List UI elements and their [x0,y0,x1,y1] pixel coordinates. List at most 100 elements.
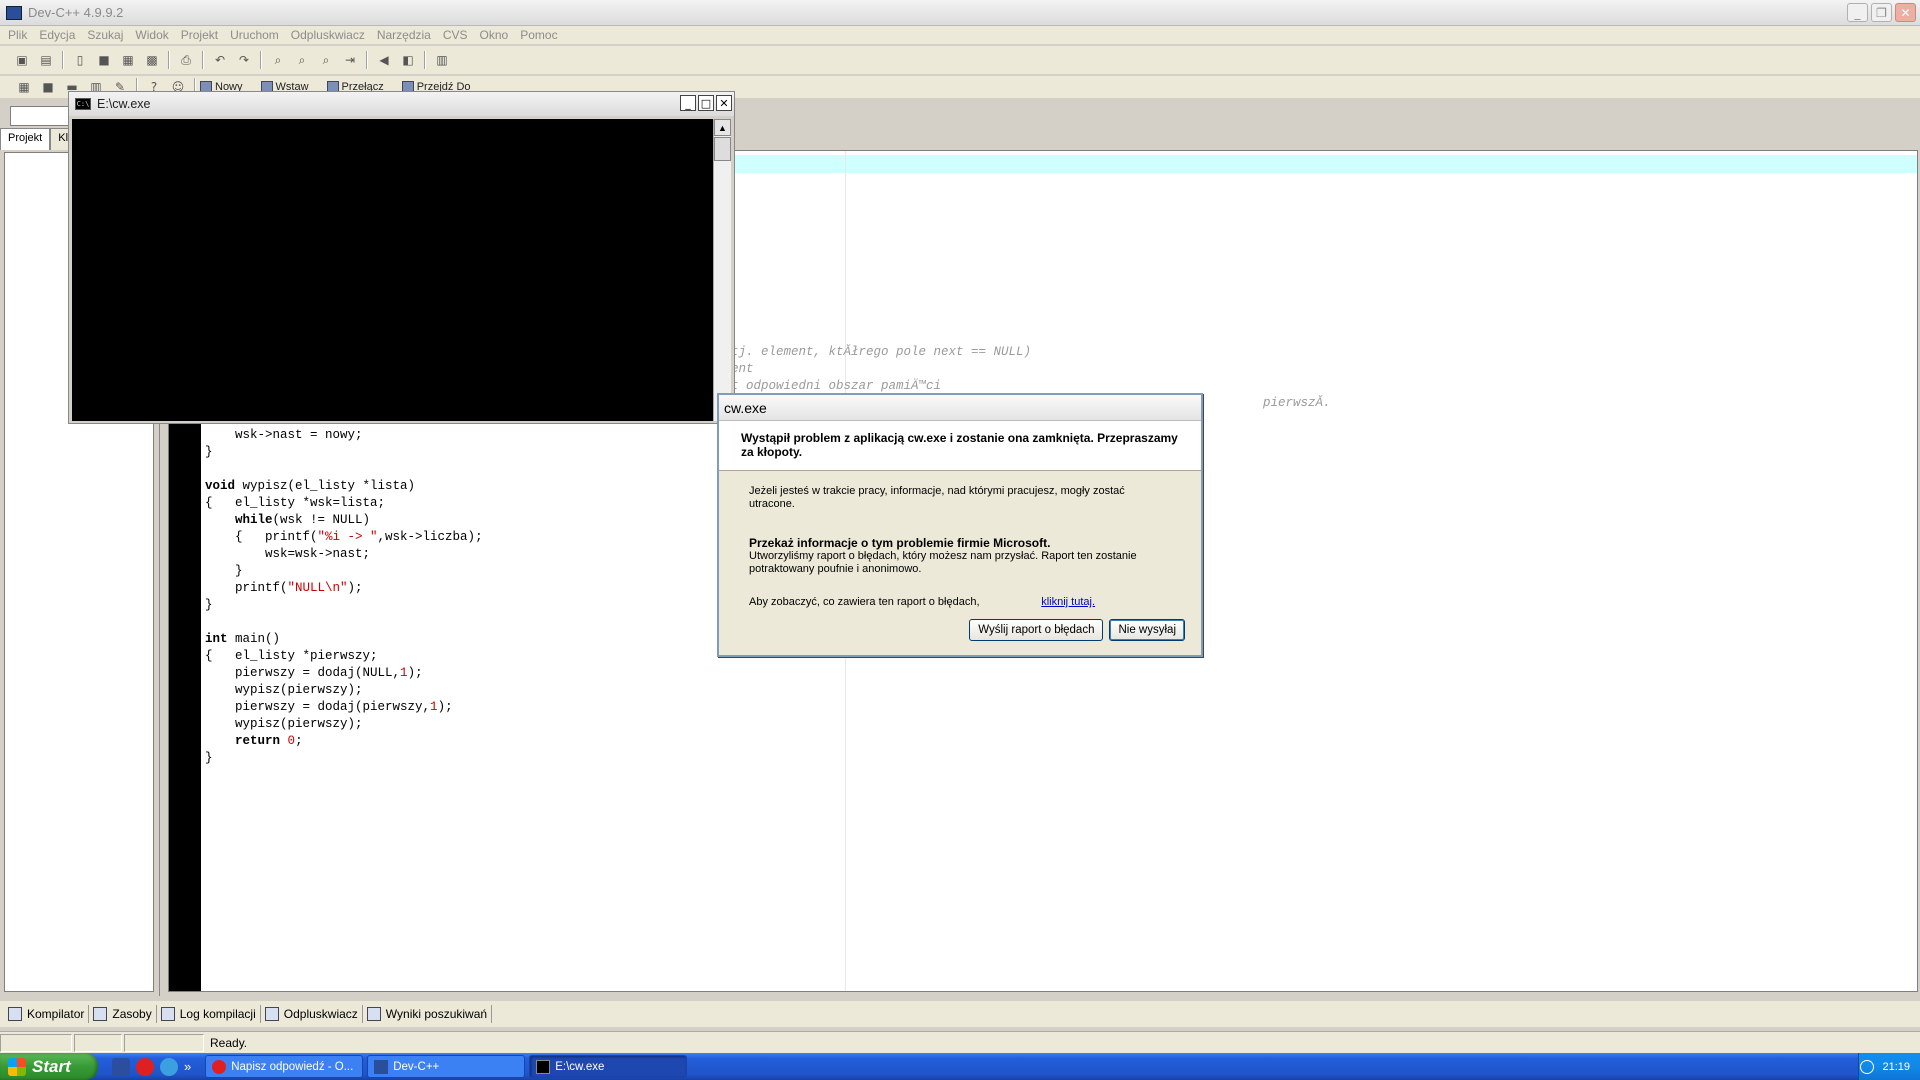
report-tabs: Kompilator Zasoby Log kompilacji Odplusk… [0,1001,1920,1027]
replace-icon[interactable]: ⌕ [292,50,312,70]
redo-icon[interactable]: ↷ [234,50,254,70]
click-here-link[interactable]: kliknij tutaj. [1041,596,1095,609]
new-file-icon[interactable]: ▯ [70,50,90,70]
goto-line-icon[interactable]: ⇥ [340,50,360,70]
system-tray: 21:19 [1858,1053,1920,1080]
error-dialog: cw.exe Wystąpił problem z aplikacją cw.e… [717,393,1203,657]
clock[interactable]: 21:19 [1882,1061,1910,1073]
devcpp-task-icon [374,1059,389,1074]
toggle-icon[interactable]: ▥ [432,50,452,70]
tab-projekt[interactable]: Projekt [0,128,51,150]
run-icon[interactable]: ■ [38,77,58,97]
menu-uruchom[interactable]: Uruchom [224,28,285,42]
open-project-icon[interactable]: ▣ [12,50,32,70]
code-line: { el_listy *pierwszy; [205,649,378,663]
tab-zasoby[interactable]: Zasoby [89,1005,157,1023]
task-devcpp[interactable]: Dev-C++ [367,1055,526,1078]
window-title: Dev-C++ 4.9.9.2 [28,5,124,20]
main-toolbar: ▣ ▤ ▯ ■ ▦ ▩ ⎙ ↶ ↷ ⌕ ⌕ ⌕ ⇥ ◀ ◧ ▥ [0,46,1920,74]
status-cell-position [0,1033,72,1052]
menu-projekt[interactable]: Projekt [175,28,224,42]
code-line: int main() [205,632,281,646]
code-line: wypisz(pierwszy); [205,683,363,697]
menu-narzedzia[interactable]: Narzędzia [371,28,437,42]
dialog-heading: Wystąpił problem z aplikacją cw.exe i zo… [719,421,1201,471]
find-next-icon[interactable]: ⌕ [316,50,336,70]
maximize-button[interactable]: ❐ [1871,3,1892,22]
report-text: Utworzyliśmy raport o błędach, który moż… [749,550,1137,575]
compile-icon[interactable]: ▦ [14,77,34,97]
menu-odpluskwiacz[interactable]: Odpluskwiacz [285,28,371,42]
undo-icon[interactable]: ↶ [210,50,230,70]
opera-task-icon [212,1059,227,1074]
print-icon[interactable]: ⎙ [176,50,196,70]
code-comment: tj. element, ktĂłrego pole next == NULL) [731,345,1032,359]
menu-cvs[interactable]: CVS [437,28,474,42]
task-opera[interactable]: Napisz odpowiedź - O... [205,1055,364,1078]
dialog-info: Jeżeli jesteś w trakcie pracy, informacj… [749,485,1125,510]
see-report-text: Aby zobaczyć, co zawiera ten raport o bł… [749,596,980,608]
console-output[interactable] [72,119,713,421]
menu-bar: Plik Edycja Szukaj Widok Projekt Uruchom… [0,26,1920,44]
opera-icon[interactable] [136,1057,154,1076]
scroll-up-icon[interactable]: ▲ [714,119,731,136]
menu-okno[interactable]: Okno [474,28,515,42]
main-titlebar[interactable]: Dev-C++ 4.9.9.2 _ ❐ ✕ [0,0,1920,26]
windows-logo-icon [8,1057,26,1076]
console-window[interactable]: C:\ E:\cw.exe _ □ ✕ ▲ [68,91,735,424]
console-titlebar[interactable]: C:\ E:\cw.exe _ □ ✕ [69,92,734,116]
devcpp-app-icon [6,5,22,20]
debug-check-icon [264,1007,279,1021]
code-line: { el_listy *wsk=lista; [205,496,386,510]
code-line: pierwszy = dodaj(pierwszy,1); [205,700,453,714]
find-icon[interactable]: ⌕ [268,50,288,70]
reopen-icon[interactable]: ▤ [36,50,56,70]
save-all-icon[interactable]: ▦ [118,50,138,70]
forward-icon[interactable]: ◧ [398,50,418,70]
status-cell-mode [74,1033,122,1052]
dialog-title[interactable]: cw.exe [719,395,1201,421]
menu-plik[interactable]: Plik [2,28,33,42]
menu-pomoc[interactable]: Pomoc [514,28,563,42]
send-report-button[interactable]: Wyślij raport o błędach [969,619,1104,641]
code-line: void wypisz(el_listy *lista) [205,479,416,493]
close-button[interactable]: ✕ [1895,3,1916,22]
back-icon[interactable]: ◀ [374,50,394,70]
console-scrollbar[interactable]: ▲ [713,119,731,421]
dont-send-button[interactable]: Nie wysyłaj [1109,619,1185,641]
code-line: while(wsk != NULL) [235,513,371,527]
console-maximize-button[interactable]: □ [698,95,714,111]
tab-log-kompilacji[interactable]: Log kompilacji [157,1005,261,1023]
code-line: pierwszy = dodaj(NULL,1); [205,666,423,680]
console-minimize-button[interactable]: _ [680,95,696,111]
task-console[interactable]: E:\cw.exe [529,1055,688,1078]
show-desktop-icon[interactable] [112,1057,130,1076]
tray-expand-icon[interactable] [1860,1059,1875,1074]
code-comment: t odpowiedni obszar pamiÄ™ci [731,379,942,393]
search-results-icon [366,1007,381,1021]
menu-edycja[interactable]: Edycja [33,28,81,42]
code-text: wsk->nast = nowy;} void wypisz(el_listy … [205,427,483,767]
start-button[interactable]: Start [0,1053,98,1080]
console-close-button[interactable]: ✕ [716,95,732,111]
quicklaunch-chevron[interactable]: » [184,1059,191,1074]
menu-widok[interactable]: Widok [129,28,174,42]
tab-wyniki-poszukiwan[interactable]: Wyniki poszukiwań [363,1005,493,1023]
status-text: Ready. [210,1035,248,1050]
console-icon: C:\ [75,98,91,110]
console-task-icon [536,1059,551,1074]
code-line: } [205,445,213,459]
close-file-icon[interactable]: ▩ [142,50,162,70]
scroll-thumb[interactable] [714,137,731,161]
tab-odpluskwiacz[interactable]: Odpluskwiacz [261,1005,363,1023]
code-line: printf("NULL\n"); [205,581,363,595]
minimize-button[interactable]: _ [1847,3,1868,22]
code-line: wsk->nast = nowy; [205,428,363,442]
console-title: E:\cw.exe [97,97,151,111]
status-cell-lines [124,1033,204,1052]
ie-icon[interactable] [160,1057,178,1076]
menu-szukaj[interactable]: Szukaj [81,28,129,42]
tab-kompilator[interactable]: Kompilator [4,1005,90,1023]
save-icon[interactable]: ■ [94,50,114,70]
